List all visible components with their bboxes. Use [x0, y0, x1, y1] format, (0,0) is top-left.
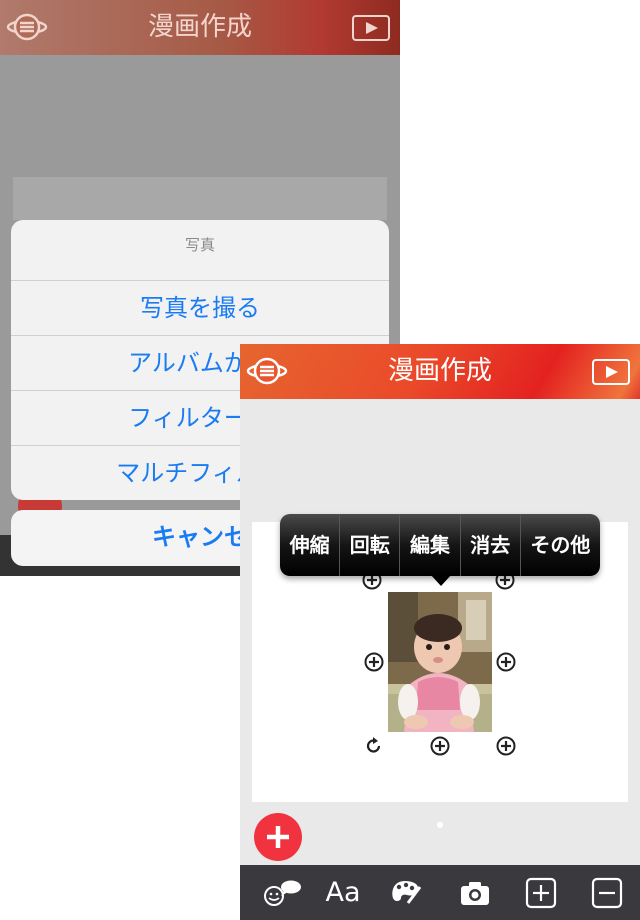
- resize-handle-bottom-icon[interactable]: [430, 736, 450, 756]
- resize-handle-bottom-right-icon[interactable]: [496, 736, 516, 756]
- plus-icon: [267, 826, 289, 848]
- header-bar: 漫画作成: [240, 344, 640, 399]
- menu-icon[interactable]: [6, 12, 48, 42]
- context-menu: 伸縮 回転 編集 消去 その他: [280, 514, 600, 576]
- sticker-speech-icon[interactable]: [254, 865, 304, 920]
- action-sheet-title: 写真: [184, 236, 215, 254]
- add-panel-icon[interactable]: [516, 865, 566, 920]
- header-title: 漫画作成: [147, 12, 252, 42]
- add-button[interactable]: [254, 813, 302, 861]
- menu-item-edit[interactable]: 編集: [400, 514, 461, 576]
- text-icon[interactable]: Aa: [318, 865, 368, 920]
- header-title: 漫画作成: [387, 356, 492, 386]
- remove-panel-icon[interactable]: [582, 865, 632, 920]
- menu-item-delete[interactable]: 消去: [461, 514, 521, 576]
- camera-icon[interactable]: [450, 865, 500, 920]
- context-menu-arrow: [430, 574, 452, 586]
- resize-handle-left-icon[interactable]: [364, 652, 384, 672]
- play-icon[interactable]: [592, 359, 630, 385]
- menu-item-other[interactable]: その他: [521, 514, 600, 576]
- menu-item-resize[interactable]: 伸縮: [280, 514, 341, 576]
- palette-icon[interactable]: [380, 865, 430, 920]
- front-screen: 漫画作成 伸縮 回転 編集 消去 その他 Aa: [240, 344, 640, 920]
- page-indicator-dot: [437, 822, 443, 828]
- rotate-icon[interactable]: [364, 736, 384, 756]
- menu-item-rotate[interactable]: 回転: [340, 514, 401, 576]
- photo-image[interactable]: [388, 592, 492, 732]
- header-bar: 漫画作成: [0, 0, 400, 55]
- resize-handle-right-icon[interactable]: [496, 652, 516, 672]
- dimmed-canvas: [13, 177, 387, 220]
- option-take-photo[interactable]: 写真を撮る: [11, 280, 389, 336]
- play-icon[interactable]: [352, 15, 390, 41]
- menu-icon[interactable]: [246, 356, 288, 386]
